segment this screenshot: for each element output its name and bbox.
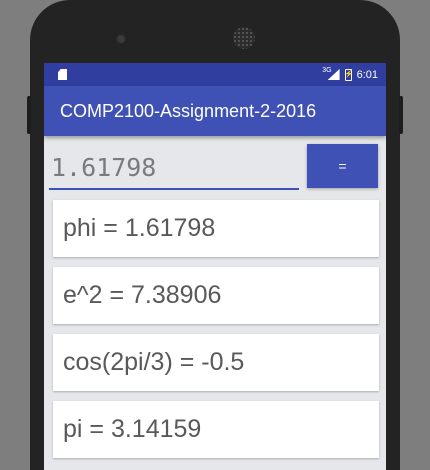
status-clock: 6:01: [356, 68, 378, 81]
result-item[interactable]: pi = 3.14159: [53, 401, 379, 458]
app-screen: 3G 6:01 COMP2100-Assignment-2-2016 = phi…: [44, 63, 386, 470]
result-item[interactable]: e^2 = 7.38906: [53, 267, 379, 324]
results-list: phi = 1.61798 e^2 = 7.38906 cos(2pi/3) =…: [53, 200, 379, 458]
speaker-grille-icon: [233, 27, 255, 49]
status-bar: 3G 6:01: [44, 63, 386, 86]
sim-card-icon: [58, 69, 67, 80]
battery-charging-icon: [344, 68, 353, 81]
side-button-left: [27, 96, 31, 134]
result-item[interactable]: phi = 1.61798: [53, 200, 379, 257]
app-title: COMP2100-Assignment-2-2016: [60, 100, 317, 121]
network-type-label: 3G: [322, 67, 332, 74]
result-item[interactable]: cos(2pi/3) = -0.5: [53, 334, 379, 391]
expression-input[interactable]: [49, 146, 299, 190]
side-button-right: [399, 96, 403, 134]
equals-button[interactable]: =: [307, 144, 378, 188]
main-content: = phi = 1.61798 e^2 = 7.38906 cos(2pi/3)…: [44, 136, 386, 458]
camera-icon: [116, 34, 126, 44]
input-row: =: [49, 144, 378, 200]
app-bar: COMP2100-Assignment-2-2016: [44, 86, 386, 136]
